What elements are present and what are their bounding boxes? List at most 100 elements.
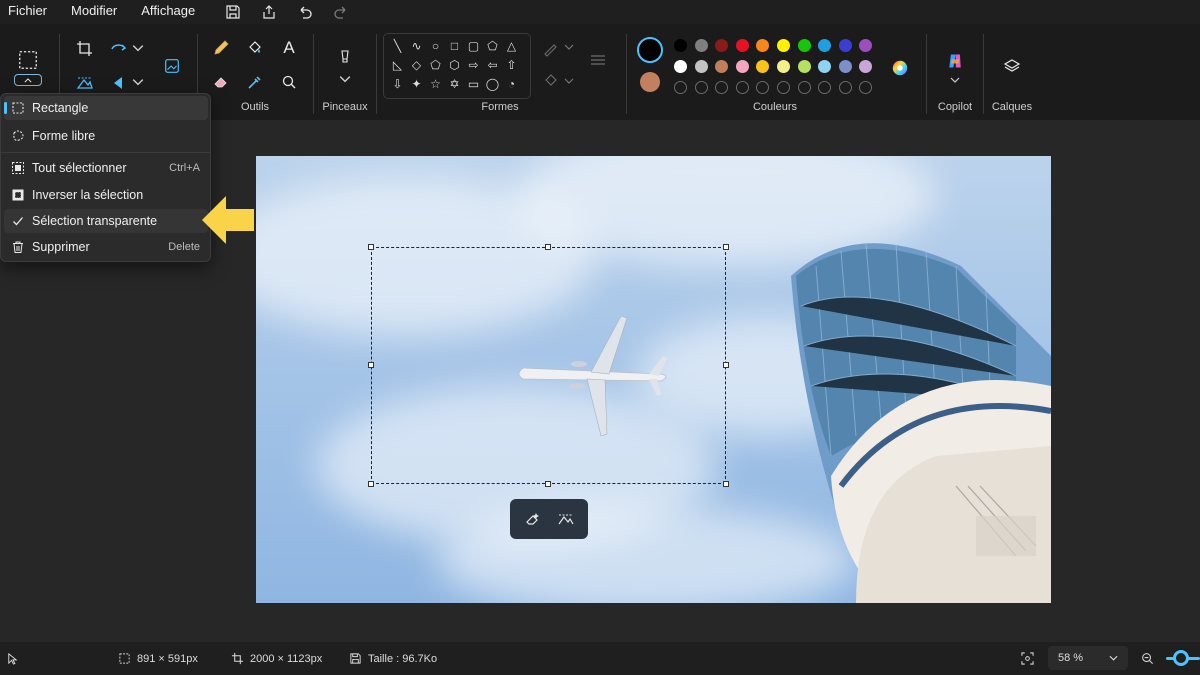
custom-color-slot[interactable] (776, 81, 790, 94)
color-picker-tool-button[interactable] (243, 70, 267, 94)
shape-option[interactable]: △ (502, 36, 521, 55)
shape-option[interactable]: ✡ (445, 74, 464, 93)
resize-dropdown[interactable] (132, 42, 144, 54)
brush-tool-button[interactable] (333, 46, 357, 70)
menu-modifier[interactable]: Modifier (63, 0, 125, 24)
selection-dropdown-button[interactable] (14, 74, 42, 86)
shape-option[interactable]: ⇧ (502, 55, 521, 74)
zoom-out-button[interactable] (1141, 642, 1154, 675)
pencil-tool-button[interactable] (209, 36, 233, 60)
primary-color[interactable] (637, 37, 663, 63)
shape-option[interactable]: ◺ (388, 55, 407, 74)
color-swatch[interactable] (838, 60, 852, 73)
shape-option[interactable]: ◔ (502, 74, 521, 93)
color-swatch[interactable] (838, 39, 852, 52)
shape-option[interactable]: □ (445, 36, 464, 55)
flip-dropdown[interactable] (132, 76, 144, 88)
redo-button[interactable] (323, 0, 359, 24)
shape-option[interactable]: ⇩ (388, 74, 407, 93)
flip-button[interactable] (108, 72, 130, 94)
brush-dropdown[interactable] (339, 74, 351, 84)
color-swatch[interactable] (715, 39, 729, 52)
save-button[interactable] (215, 0, 251, 24)
color-swatch[interactable] (818, 39, 832, 52)
color-swatch[interactable] (715, 60, 729, 73)
edit-colors-button[interactable] (888, 56, 912, 80)
shape-option[interactable]: ∿ (407, 36, 426, 55)
shape-option[interactable]: ▢ (464, 36, 483, 55)
selection-handle[interactable] (723, 481, 729, 487)
stroke-size-button[interactable] (587, 50, 609, 72)
color-swatch[interactable] (756, 39, 770, 52)
outline-dropdown[interactable] (564, 42, 574, 52)
selection-tool-button[interactable] (12, 44, 44, 76)
secondary-color[interactable] (640, 72, 660, 92)
custom-color-slot[interactable] (735, 81, 749, 94)
zoom-slider-thumb[interactable] (1173, 650, 1189, 666)
selection-marquee[interactable] (371, 247, 726, 484)
color-swatch[interactable] (674, 39, 687, 52)
color-swatch[interactable] (776, 60, 790, 73)
magnifier-tool-button[interactable] (277, 70, 301, 94)
shape-option[interactable]: ⇦ (483, 55, 502, 74)
menu-item-invert-selection[interactable]: Inverser la sélection (4, 183, 208, 207)
shape-fill-button[interactable] (540, 70, 562, 92)
color-swatch[interactable] (694, 39, 708, 52)
custom-color-slot[interactable] (756, 81, 770, 94)
selection-handle[interactable] (368, 244, 374, 250)
fill-tool-button[interactable] (243, 36, 267, 60)
custom-color-slot[interactable] (715, 81, 729, 94)
shape-option[interactable]: ⬡ (445, 55, 464, 74)
color-swatch[interactable] (776, 39, 790, 52)
selection-handle[interactable] (368, 481, 374, 487)
custom-color-slot[interactable] (674, 81, 687, 94)
remove-background-icon[interactable] (557, 510, 575, 528)
menu-fichier[interactable]: Fichier (0, 0, 55, 24)
shape-option[interactable]: ✦ (407, 74, 426, 93)
copilot-dropdown[interactable] (950, 76, 960, 84)
crop-button[interactable] (74, 38, 96, 60)
selection-handle[interactable] (723, 244, 729, 250)
zoom-select[interactable]: 58 % (1048, 646, 1128, 670)
shape-option[interactable]: ◯ (483, 74, 502, 93)
shape-option[interactable]: ○ (426, 36, 445, 55)
shape-option[interactable]: ╲ (388, 36, 407, 55)
selection-handle[interactable] (368, 362, 374, 368)
generative-erase-icon[interactable] (524, 510, 542, 528)
menu-affichage[interactable]: Affichage (133, 0, 203, 24)
selection-handle[interactable] (723, 362, 729, 368)
color-swatch[interactable] (797, 39, 811, 52)
menu-item-transparent-selection[interactable]: Sélection transparente (4, 209, 208, 233)
custom-color-slot[interactable] (797, 81, 811, 94)
menu-item-select-all[interactable]: Tout sélectionner Ctrl+A (4, 156, 208, 180)
selection-handle[interactable] (545, 244, 551, 250)
undo-button[interactable] (287, 0, 323, 24)
selection-handle[interactable] (545, 481, 551, 487)
color-swatch[interactable] (859, 39, 873, 52)
fit-to-window-button[interactable] (1021, 642, 1034, 675)
shape-option[interactable]: ☆ (426, 74, 445, 93)
share-button[interactable] (251, 0, 287, 24)
color-swatch[interactable] (674, 60, 687, 73)
color-swatch[interactable] (797, 60, 811, 73)
menu-item-rectangle[interactable]: Rectangle (4, 96, 208, 120)
layers-button[interactable] (1000, 54, 1024, 78)
color-swatch[interactable] (818, 60, 832, 73)
shape-option[interactable]: ⬠ (483, 36, 502, 55)
color-swatch[interactable] (735, 60, 749, 73)
text-tool-button[interactable]: A (277, 36, 301, 60)
custom-color-slot[interactable] (694, 81, 708, 94)
shape-option[interactable]: ◇ (407, 55, 426, 74)
custom-color-slot[interactable] (818, 81, 832, 94)
resize-button[interactable] (108, 38, 130, 60)
color-swatch[interactable] (859, 60, 873, 73)
menu-item-delete[interactable]: Supprimer Delete (4, 235, 208, 259)
custom-color-slot[interactable] (838, 81, 852, 94)
color-swatch[interactable] (756, 60, 770, 73)
color-swatch[interactable] (694, 60, 708, 73)
shape-outline-button[interactable] (540, 38, 562, 60)
background-remove-button[interactable] (74, 72, 96, 94)
shape-option[interactable]: ⇨ (464, 55, 483, 74)
color-swatch[interactable] (735, 39, 749, 52)
image-creator-button[interactable] (160, 54, 184, 78)
